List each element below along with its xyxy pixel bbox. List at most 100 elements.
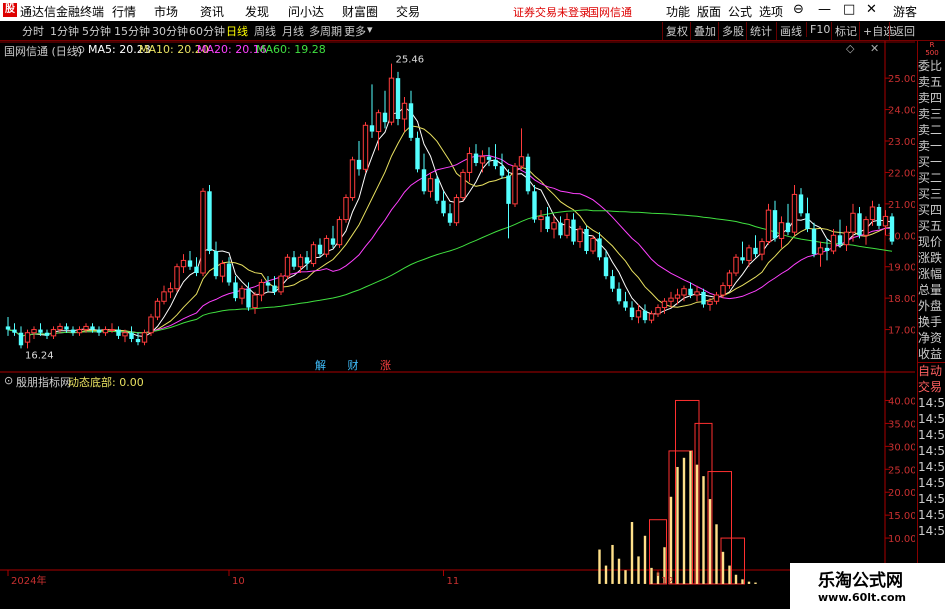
event-marker: 财 <box>348 358 359 372</box>
candle-body <box>323 237 330 255</box>
trade-tab[interactable]: 交易 <box>918 379 945 395</box>
candle-body <box>525 156 531 192</box>
candle-body <box>265 282 271 286</box>
user-name[interactable]: 游客 <box>893 3 917 20</box>
statistics-button[interactable]: 统计 <box>746 22 775 40</box>
menu-news[interactable]: 资讯 <box>200 3 224 20</box>
tab-weekly[interactable]: 周线 <box>254 23 276 39</box>
candle-body <box>272 285 277 292</box>
indicator-bar <box>676 466 679 584</box>
chart-canvas[interactable]: 25.00 24.00 23.00 22.00 21.00 20.00 19.00 18.00… <box>0 41 917 591</box>
candle-body <box>733 256 739 274</box>
tab-30min[interactable]: 30分钟 <box>152 23 188 39</box>
menu-ask-xiaoda[interactable]: 问小达 <box>288 3 324 20</box>
f10-button[interactable]: F10 <box>806 22 833 37</box>
chart-area[interactable]: 25.00 24.00 23.00 22.00 21.00 20.00 19.00 18.00… <box>0 41 917 591</box>
candle-body <box>31 329 37 334</box>
tab-15min[interactable]: 15分钟 <box>114 23 150 39</box>
adjust-button[interactable]: 复权 <box>662 22 691 40</box>
candle-body <box>720 285 726 296</box>
close-chart-icon[interactable]: ✕ <box>870 42 879 55</box>
menu-options[interactable]: 选项 <box>759 3 783 20</box>
tab-more-arrow-icon[interactable]: ▾ <box>367 23 373 36</box>
indicator-tick-label: 25.00 <box>888 465 915 476</box>
candle-body <box>648 313 655 321</box>
indicator-options-icon[interactable]: ⊙ <box>4 374 13 387</box>
candle-body <box>713 294 720 302</box>
candle-body <box>460 171 466 199</box>
tick-time: 14:56 <box>918 428 945 442</box>
indicator-tick-label: 40.00 <box>888 396 915 407</box>
menu-function[interactable]: 功能 <box>666 3 690 20</box>
panel-item-sell1: 卖一 <box>918 139 943 153</box>
mark-button[interactable]: 标记 <box>831 22 860 40</box>
candle-body <box>50 329 57 337</box>
indicator-bar <box>708 499 712 584</box>
minimize-icon[interactable]: — <box>818 2 831 17</box>
indicator-value-label: 动态底部: 0.00 <box>68 376 144 389</box>
candle-body <box>434 178 440 201</box>
menu-discover[interactable]: 发现 <box>245 3 269 20</box>
date-label: 10 <box>232 576 245 587</box>
panel-item-sell3: 卖三 <box>918 107 943 121</box>
ma10-line <box>7 125 893 337</box>
candle-body <box>96 329 102 333</box>
menu-market-quotes[interactable]: 行情 <box>112 3 136 20</box>
candle-body <box>233 282 238 299</box>
menu-market[interactable]: 市场 <box>154 3 178 20</box>
menu-wealth-circle[interactable]: 财富圈 <box>342 3 378 20</box>
auto-trade-tab[interactable]: 自动 <box>918 362 945 379</box>
candle-body <box>817 247 824 255</box>
indicator-title: 殷朋指标网 <box>16 376 71 389</box>
candle-body <box>882 215 889 227</box>
candle-body <box>401 102 408 120</box>
indicator-series <box>598 399 757 585</box>
tab-multi-period[interactable]: 多周期 <box>309 23 342 39</box>
candle-body <box>336 219 343 246</box>
candle-body <box>876 207 882 226</box>
back-button[interactable]: 返回 <box>889 22 918 40</box>
candle-body <box>5 326 11 330</box>
candle-body <box>362 124 369 170</box>
menu-trade[interactable]: 交易 <box>396 3 420 20</box>
collapse-icon[interactable]: ◇ <box>846 42 854 55</box>
tab-5min[interactable]: 5分钟 <box>82 23 111 39</box>
candle-body <box>811 229 817 255</box>
drawing-button[interactable]: 画线 <box>776 22 805 40</box>
multi-stock-button[interactable]: 多股 <box>718 22 747 40</box>
help-icon[interactable]: ⊖ <box>793 2 804 17</box>
tab-daily[interactable]: 日线 <box>226 23 248 39</box>
maximize-icon[interactable]: □ <box>843 2 855 17</box>
candle-body <box>154 300 161 318</box>
menu-layout[interactable]: 版面 <box>697 3 721 20</box>
indicator-tick-label: 10.00 <box>888 534 915 545</box>
candle-body <box>174 266 180 290</box>
indicator-bar <box>741 579 744 584</box>
candle-body <box>850 212 856 233</box>
indicator-tick-label: 15.00 <box>888 511 915 522</box>
login-warning[interactable]: 证券交易未登录 <box>513 4 590 20</box>
chart-options-icon[interactable]: ⊙ <box>76 43 85 56</box>
indicator-outline <box>720 537 745 585</box>
candle-body <box>180 259 187 268</box>
indicator-axis: 40.00 35.00 30.00 25.00 20.00 15.00 10.00 <box>885 396 917 545</box>
candle-body <box>616 288 622 302</box>
tab-more[interactable]: 更多 <box>344 23 366 39</box>
menu-formula[interactable]: 公式 <box>728 3 752 20</box>
candle-body <box>421 169 427 192</box>
tab-monthly[interactable]: 月线 <box>282 23 304 39</box>
overlay-button[interactable]: 叠加 <box>690 22 719 40</box>
close-icon[interactable]: ✕ <box>866 2 877 17</box>
price-tick-label: 19.00 <box>888 263 915 274</box>
tab-intraday[interactable]: 分时 <box>22 23 44 39</box>
candle-body <box>12 329 17 333</box>
indicator-bar <box>702 476 705 584</box>
title-bar: 股 通达信金融终端 行情 市场 资讯 发现 问小达 财富圈 交易 证券交易未登录… <box>0 0 945 21</box>
candle-body <box>213 251 219 277</box>
tab-60min[interactable]: 60分钟 <box>189 23 225 39</box>
candle-body <box>473 153 479 163</box>
candle-body <box>694 291 700 296</box>
tab-1min[interactable]: 1分钟 <box>50 23 79 39</box>
candle-body <box>395 78 401 119</box>
candle-body <box>90 326 95 330</box>
